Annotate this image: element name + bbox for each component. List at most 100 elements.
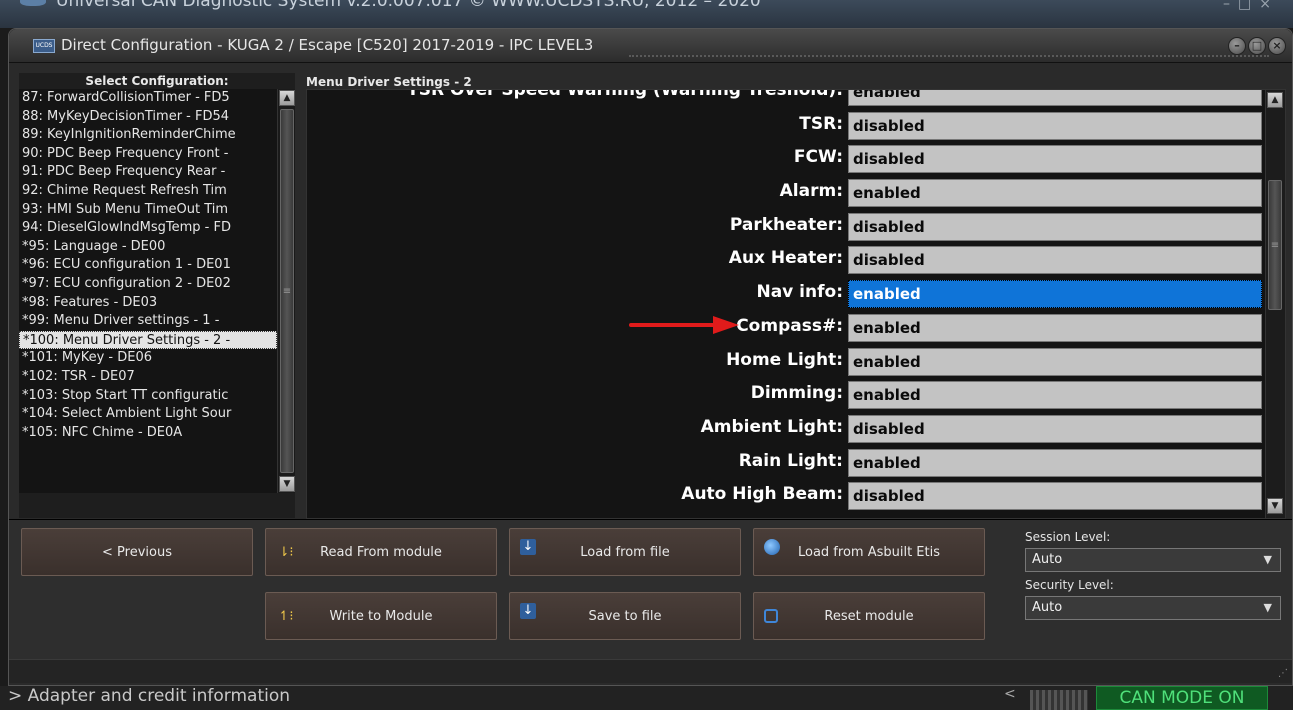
background-app-title: Universal CAN Diagnostic System v.2.0.00… <box>56 0 761 11</box>
config-list-item[interactable]: *104: Select Ambient Light Sour <box>19 405 277 424</box>
save-to-file-label: Save to file <box>588 608 662 624</box>
setting-value-select[interactable]: enabled <box>848 179 1262 208</box>
previous-button[interactable]: < Previous <box>21 528 253 576</box>
setting-row: Rain Light: enabled <box>307 445 1265 479</box>
config-list-item[interactable]: *97: ECU configuration 2 - DE02 <box>19 275 277 294</box>
session-level-select[interactable]: Auto ▼ <box>1025 548 1281 572</box>
setting-row: Dimming: enabled <box>307 377 1265 411</box>
setting-label: TSR: <box>799 113 843 134</box>
setting-value-select[interactable]: enabled <box>848 90 1262 106</box>
chevron-down-icon: ▼ <box>1263 553 1272 566</box>
config-list-header: Select Configuration: <box>85 74 229 88</box>
chevron-down-icon: ▼ <box>1263 601 1272 614</box>
setting-value-select[interactable]: disabled <box>848 212 1262 241</box>
setting-row: Nav info: enabled <box>307 276 1265 310</box>
config-list-item[interactable]: 92: Chime Request Refresh Tim <box>19 182 277 201</box>
write-module-icon: ↿⁝ <box>278 609 294 624</box>
read-from-module-button[interactable]: ⇂⁝ Read From module <box>265 528 497 576</box>
setting-row: TSR Over Speed Warning (Warning Treshold… <box>307 89 1265 108</box>
background-app-footer: > Adapter and credit information < CAN M… <box>0 686 1293 710</box>
chevron-left-icon[interactable]: < <box>1004 686 1016 702</box>
config-list-item[interactable]: 93: HMI Sub Menu TimeOut Tim <box>19 201 277 220</box>
config-list-item[interactable]: *95: Language - DE00 <box>19 238 277 257</box>
app-logo-icon <box>20 0 46 6</box>
security-level-select[interactable]: Auto ▼ <box>1025 596 1281 620</box>
setting-label: Compass#: <box>736 315 843 336</box>
setting-label: Rain Light: <box>738 450 843 471</box>
scroll-up-icon[interactable]: ▲ <box>279 90 295 106</box>
config-list-item[interactable]: *102: TSR - DE07 <box>19 368 277 387</box>
direct-configuration-dialog: UCDS Direct Configuration - KUGA 2 / Esc… <box>8 28 1293 686</box>
load-from-file-button[interactable]: ↓ Load from file <box>509 528 741 576</box>
globe-icon <box>764 539 780 555</box>
activity-indicator <box>1030 690 1088 710</box>
config-list-item[interactable]: 88: MyKeyDecisionTimer - FD54 <box>19 108 277 127</box>
screen: Universal CAN Diagnostic System v.2.0.00… <box>0 0 1293 710</box>
write-to-module-label: Write to Module <box>329 608 433 624</box>
config-list-scrollbar[interactable]: ▲ ≡ ▼ <box>277 89 295 493</box>
config-list-item[interactable]: *101: MyKey - DE06 <box>19 349 277 368</box>
setting-value-select[interactable]: disabled <box>848 145 1262 174</box>
config-list[interactable]: 87: ForwardCollisionTimer - FD5 88: MyKey… <box>19 89 277 493</box>
maximize-button[interactable]: □ <box>1248 37 1266 55</box>
load-file-icon: ↓ <box>520 539 536 555</box>
close-button[interactable]: × <box>1268 37 1286 55</box>
minimize-button[interactable]: – <box>1228 37 1246 55</box>
load-from-file-label: Load from file <box>580 544 670 560</box>
setting-value-select[interactable]: enabled <box>848 313 1262 342</box>
background-window-controls[interactable]: –□× <box>1223 0 1279 14</box>
dialog-title: Direct Configuration - KUGA 2 / Escape [… <box>61 36 594 54</box>
scroll-down-icon[interactable]: ▼ <box>1267 498 1283 514</box>
config-list-item[interactable]: 94: DieselGlowIndMsgTemp - FD <box>19 219 277 238</box>
config-list-item[interactable]: *103: Stop Start TT configuratic <box>19 387 277 406</box>
setting-value-select[interactable]: disabled <box>848 482 1262 511</box>
setting-value-select[interactable]: enabled <box>848 381 1262 410</box>
session-level-value: Auto <box>1032 552 1063 567</box>
setting-label: Alarm: <box>779 181 843 202</box>
adapter-info-toggle[interactable]: > Adapter and credit information <box>8 686 290 706</box>
config-list-item[interactable]: *105: NFC Chime - DE0A <box>19 424 277 443</box>
background-app-titlebar: Universal CAN Diagnostic System v.2.0.00… <box>0 0 1293 28</box>
setting-label: Parkheater: <box>729 214 843 235</box>
setting-value-select[interactable]: disabled <box>848 414 1262 443</box>
config-list-item[interactable]: *98: Features - DE03 <box>19 294 277 313</box>
setting-row: Parkheater: disabled <box>307 209 1265 243</box>
config-list-item[interactable]: *99: Menu Driver settings - 1 - <box>19 312 277 331</box>
setting-row: Compass#: enabled <box>307 310 1265 344</box>
dialog-titlebar: UCDS Direct Configuration - KUGA 2 / Esc… <box>9 29 1292 63</box>
save-to-file-button[interactable]: ↓ Save to file <box>509 592 741 640</box>
setting-row: Ambient Light: disabled <box>307 411 1265 445</box>
setting-value-select[interactable]: disabled <box>848 246 1262 275</box>
setting-value-select[interactable]: disabled <box>848 111 1262 140</box>
setting-value-select[interactable]: enabled <box>848 448 1262 477</box>
scroll-up-icon[interactable]: ▲ <box>1267 92 1283 108</box>
config-list-item[interactable]: *100: Menu Driver Settings - 2 - <box>19 330 277 350</box>
previous-label: < Previous <box>102 544 172 560</box>
session-level-label: Session Level: <box>1025 530 1111 544</box>
scroll-down-icon[interactable]: ▼ <box>279 476 295 492</box>
dialog-status-strip: ⋰ <box>9 659 1292 683</box>
config-list-item[interactable]: *96: ECU configuration 1 - DE01 <box>19 256 277 275</box>
setting-label: Auto High Beam: <box>681 484 843 505</box>
setting-row: Home Light: enabled <box>307 344 1265 378</box>
can-mode-status: CAN MODE ON <box>1096 686 1268 710</box>
config-list-item[interactable]: 90: PDC Beep Frequency Front - <box>19 145 277 164</box>
setting-value-select[interactable]: enabled <box>848 347 1262 376</box>
write-to-module-button[interactable]: ↿⁝ Write to Module <box>265 592 497 640</box>
setting-label: FCW: <box>793 147 843 168</box>
setting-label: TSR Over Speed Warning (Warning Treshold… <box>407 89 843 100</box>
setting-row: Auto High Beam: disabled <box>307 478 1265 512</box>
scroll-thumb[interactable]: ≡ <box>1268 180 1282 310</box>
setting-value-select[interactable]: enabled <box>848 280 1262 309</box>
load-from-asbuilt-button[interactable]: Load from Asbuilt Etis <box>753 528 985 576</box>
reset-module-button[interactable]: Reset module <box>753 592 985 640</box>
setting-label: Nav info: <box>756 282 843 303</box>
security-level-label: Security Level: <box>1025 578 1114 592</box>
config-list-item[interactable]: 87: ForwardCollisionTimer - FD5 <box>19 89 277 108</box>
ucds-logo-icon: UCDS <box>33 39 55 53</box>
config-list-item[interactable]: 89: KeyInIgnitionReminderChime <box>19 126 277 145</box>
scroll-thumb[interactable]: ≡ <box>280 109 294 473</box>
config-list-item[interactable]: 91: PDC Beep Frequency Rear - <box>19 163 277 182</box>
resize-grip-icon[interactable]: ⋰ <box>1278 668 1288 679</box>
settings-scrollbar[interactable]: ▲ ≡ ▼ <box>1265 90 1285 518</box>
